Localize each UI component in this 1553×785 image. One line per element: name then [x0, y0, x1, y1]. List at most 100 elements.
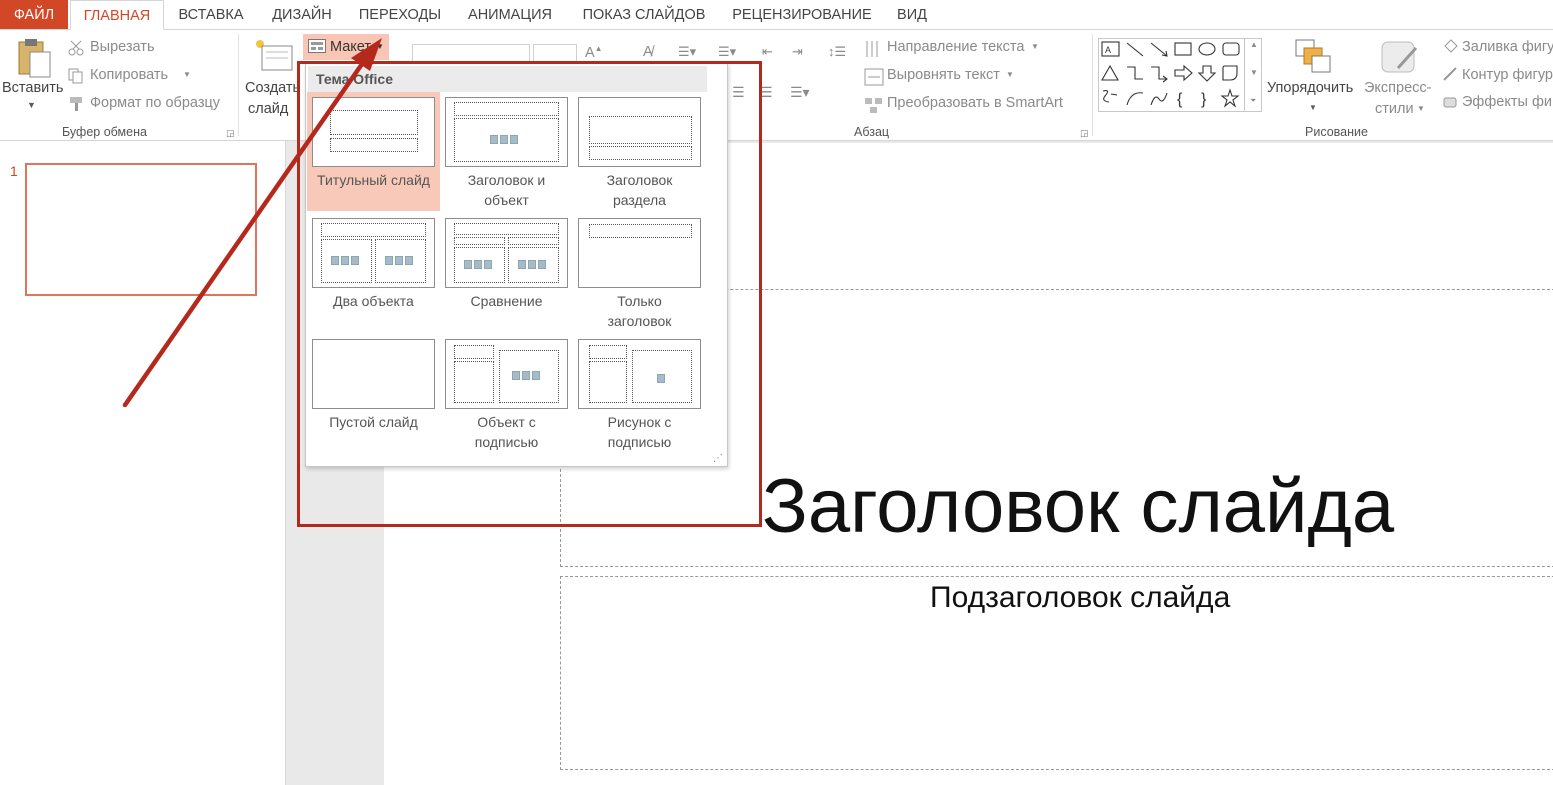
layout-title-content[interactable]: Заголовок и объект — [440, 92, 573, 211]
align-right-icon[interactable]: ☰ — [732, 84, 745, 101]
new-slide-icon[interactable] — [254, 36, 294, 76]
gallery-more-icon[interactable]: ⏷ — [1250, 96, 1256, 106]
bullets-icon[interactable]: ☰▾ — [678, 44, 696, 60]
paragraph-launcher-icon[interactable]: ◲ — [1080, 128, 1089, 139]
layout-dropdown-icon: ▼ — [376, 42, 384, 51]
shape-fill-button[interactable]: Заливка фигу — [1462, 39, 1553, 55]
quick-styles-label-2: стили — [1375, 101, 1414, 117]
tab-animation[interactable]: АНИМАЦИЯ — [454, 0, 566, 30]
shape-effects-button[interactable]: Эффекты фиг — [1462, 94, 1553, 110]
tab-home[interactable]: ГЛАВНАЯ — [70, 0, 164, 30]
paste-button[interactable]: Вставить — [2, 80, 63, 96]
group-separator — [238, 34, 239, 136]
paste-icon[interactable] — [14, 36, 54, 80]
layout-preview — [578, 339, 701, 409]
resize-grip-icon[interactable]: ⋰ — [713, 453, 723, 464]
layout-label: Заголовок раздела — [606, 172, 673, 208]
align-text-button[interactable]: Выровнять текст — [887, 67, 1000, 83]
shape-outline-icon — [1442, 66, 1458, 82]
decrease-indent-icon[interactable]: ⇤ — [762, 44, 773, 60]
layout-content-caption[interactable]: Объект с подписью — [440, 334, 573, 453]
layout-label: Сравнение — [470, 293, 543, 309]
thumbnail-pane[interactable]: 1 — [0, 141, 286, 785]
tab-slideshow[interactable]: ПОКАЗ СЛАЙДОВ — [568, 0, 720, 30]
copy-dropdown-icon[interactable]: ▼ — [183, 70, 191, 79]
layout-preview — [578, 218, 701, 288]
layout-blank[interactable]: Пустой слайд — [307, 334, 440, 453]
quick-styles-button[interactable]: Экспресс- — [1364, 80, 1432, 96]
justify-icon[interactable]: ☰ — [760, 84, 773, 101]
layout-preview — [445, 218, 568, 288]
shapes-gallery[interactable]: A { } — [1098, 38, 1262, 112]
numbering-icon[interactable]: ☰▾ — [718, 44, 736, 60]
layout-picture-caption[interactable]: Рисунок с подписью — [573, 334, 706, 453]
columns-icon[interactable]: ☰▾ — [790, 84, 810, 101]
arrange-icon[interactable] — [1294, 38, 1332, 76]
tab-review[interactable]: РЕЦЕНЗИРОВАНИЕ — [722, 0, 882, 30]
layout-button-label: Макет — [330, 39, 372, 55]
layout-button[interactable]: Макет ▼ — [303, 34, 389, 60]
copy-icon — [68, 68, 84, 84]
layout-title-slide[interactable]: Титульный слайд — [307, 92, 440, 211]
tab-insert[interactable]: ВСТАВКА — [166, 0, 256, 30]
slide-subtitle[interactable]: Подзаголовок слайда — [930, 581, 1230, 615]
arrange-dropdown-icon[interactable]: ▼ — [1309, 103, 1317, 112]
shape-outline-button[interactable]: Контур фигур — [1462, 67, 1553, 83]
layout-label: Только заголовок — [607, 293, 672, 329]
layout-icon — [308, 39, 326, 53]
new-slide-button[interactable]: Создать — [245, 80, 300, 96]
shapes-gallery-scroll[interactable]: ▲ ▼ ⏷ — [1244, 38, 1262, 112]
clear-format-icon[interactable]: A̸ — [643, 44, 653, 60]
cut-button[interactable]: Вырезать — [90, 39, 155, 55]
copy-button[interactable]: Копировать — [90, 67, 168, 83]
paragraph-group-label: Абзац — [854, 125, 890, 139]
tab-view[interactable]: ВИД — [884, 0, 940, 30]
quick-styles-dropdown-icon[interactable]: ▼ — [1417, 104, 1425, 113]
increase-indent-icon[interactable]: ⇥ — [792, 44, 803, 60]
slide-thumbnail[interactable] — [25, 163, 257, 296]
layout-title-only[interactable]: Только заголовок — [573, 213, 706, 332]
gallery-up-icon[interactable]: ▲ — [1250, 40, 1258, 49]
format-painter-button[interactable]: Формат по образцу — [90, 95, 220, 111]
shape-effects-icon — [1442, 94, 1458, 110]
tab-design[interactable]: ДИЗАЙН — [258, 0, 346, 30]
tab-file[interactable]: ФАЙЛ — [0, 0, 68, 30]
paste-dropdown-icon[interactable]: ▼ — [27, 100, 36, 110]
arrange-button[interactable]: Упорядочить — [1267, 80, 1353, 96]
format-painter-icon — [68, 96, 84, 112]
ribbon: Вставить ▼ Вырезать Копировать ▼ Формат … — [0, 29, 1553, 141]
clipboard-launcher-icon[interactable]: ◲ — [226, 128, 235, 139]
work-area: 1 Заголовок слайда Подзаголовок слайда — [0, 141, 1553, 785]
layout-label: Титульный слайд — [317, 172, 430, 188]
layout-comparison[interactable]: Сравнение — [440, 213, 573, 332]
layout-label: Пустой слайд — [329, 414, 418, 430]
layout-preview — [445, 339, 568, 409]
grow-font-icon[interactable]: A▲ — [585, 44, 603, 61]
gallery-down-icon[interactable]: ▼ — [1250, 68, 1258, 77]
convert-smartart-button[interactable]: Преобразовать в SmartArt — [887, 95, 1063, 111]
shape-fill-icon — [1442, 38, 1458, 54]
scissors-icon — [68, 40, 84, 56]
layout-label: Объект с подписью — [474, 414, 539, 450]
slide-title[interactable]: Заголовок слайда — [762, 463, 1394, 550]
svg-text:A: A — [1105, 45, 1111, 55]
drawing-group-label: Рисование — [1305, 125, 1368, 139]
text-direction-icon — [864, 40, 884, 58]
tab-transitions[interactable]: ПЕРЕХОДЫ — [348, 0, 452, 30]
svg-text:}: } — [1201, 91, 1207, 108]
group-separator — [1092, 34, 1093, 136]
line-spacing-icon[interactable]: ↕☰ — [828, 44, 846, 60]
slide-thumbnail-number: 1 — [10, 163, 18, 179]
quick-styles-icon[interactable] — [1380, 38, 1420, 78]
layout-two-content[interactable]: Два объекта — [307, 213, 440, 332]
align-text-dropdown-icon[interactable]: ▼ — [1006, 70, 1014, 79]
clipboard-group-label: Буфер обмена — [62, 125, 147, 139]
layout-label: Два объекта — [333, 293, 414, 309]
text-direction-dropdown-icon[interactable]: ▼ — [1031, 42, 1039, 51]
align-text-icon — [864, 68, 884, 86]
text-direction-button[interactable]: Направление текста — [887, 39, 1024, 55]
layout-preview — [578, 97, 701, 167]
layout-preview — [312, 339, 435, 409]
smartart-icon — [864, 96, 884, 114]
layout-section-header[interactable]: Заголовок раздела — [573, 92, 706, 211]
